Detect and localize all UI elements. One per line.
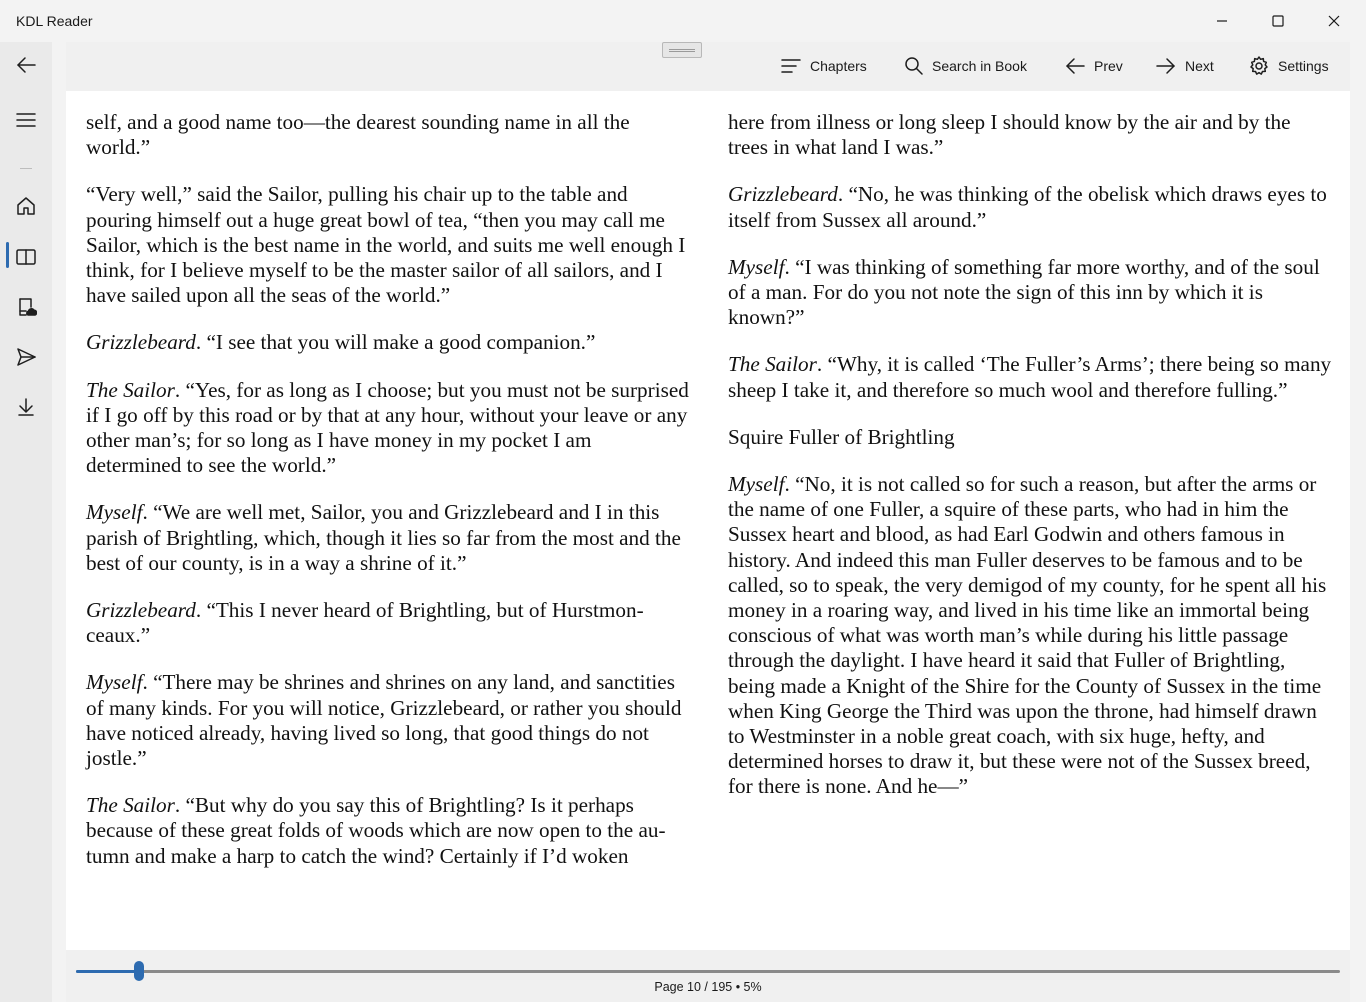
- speaker-name: Myself: [728, 472, 785, 497]
- reader-toolbar: Chapters Search in Book Prev Next Settin…: [66, 42, 1350, 91]
- speaker-name: Grizzlebeard: [728, 182, 838, 207]
- progress-bar: Page 10 / 195 • 5%: [66, 950, 1350, 1002]
- library-cloud-icon: [19, 298, 37, 316]
- nav-library[interactable]: [6, 287, 46, 327]
- book-paragraph: here from illness or long sleep I should…: [728, 110, 1332, 160]
- nav-home[interactable]: [6, 186, 46, 226]
- navigation-rail: [0, 42, 52, 1002]
- hamburger-icon: [16, 113, 36, 127]
- paragraph-text: . “I was thinking of something far more …: [728, 254, 1320, 330]
- page-slider-fill: [76, 970, 140, 973]
- settings-label: Settings: [1278, 58, 1329, 74]
- paragraph-text: . “There may be shrines and shrines on a…: [86, 670, 682, 771]
- close-icon: [1328, 15, 1340, 27]
- page-column-left: self, and a good name too—the dearest so…: [86, 110, 690, 891]
- maximize-button[interactable]: [1250, 0, 1306, 42]
- book-paragraph: The Sailor. “Yes, for as long as I choos…: [86, 378, 690, 479]
- arrow-left-icon: [1066, 58, 1085, 74]
- paragraph-text: . “No, it is not called so for such a re…: [728, 472, 1327, 799]
- home-icon: [17, 197, 35, 215]
- speaker-name: Grizzlebeard: [86, 598, 196, 623]
- app-title: KDL Reader: [16, 13, 93, 29]
- page-status: Page 10 / 195 • 5%: [654, 980, 762, 994]
- paragraph-text: . “Why, it is called ‘The Fuller’s Arms’…: [728, 352, 1332, 402]
- book-paragraph: self, and a good name too—the dearest so…: [86, 110, 690, 160]
- prev-button[interactable]: Prev: [1064, 51, 1123, 81]
- paragraph-text: . “Yes, for as long as I choose; but you…: [86, 377, 689, 478]
- back-arrow-icon: [17, 57, 36, 73]
- book-paragraph: Myself. “There may be shrines and shrine…: [86, 670, 690, 771]
- paragraph-text: here from illness or long sleep I should…: [728, 110, 1291, 160]
- chapters-button[interactable]: Chapters: [780, 51, 867, 81]
- speaker-name: The Sailor: [728, 352, 817, 377]
- arrow-right-icon: [1156, 58, 1175, 74]
- reader-content: Chapters Search in Book Prev Next Settin…: [66, 42, 1350, 950]
- next-label: Next: [1185, 58, 1214, 74]
- toolbar-drag-handle[interactable]: [662, 42, 702, 58]
- page-slider-thumb[interactable]: [134, 961, 145, 981]
- search-in-book-button[interactable]: Search in Book: [904, 51, 1027, 81]
- menu-button[interactable]: [6, 100, 46, 140]
- settings-button[interactable]: Settings: [1248, 51, 1329, 81]
- book-paragraph: Squire Fuller of Brightling: [728, 425, 1332, 450]
- book-paragraph: Grizzlebeard. “I see that you will make …: [86, 330, 690, 355]
- search-icon: [905, 57, 923, 75]
- nav-download[interactable]: [6, 387, 46, 427]
- book-paragraph: Grizzlebeard. “This I never heard of Bri…: [86, 598, 690, 648]
- minimize-icon: [1217, 20, 1227, 22]
- book-open-icon: [16, 249, 36, 265]
- paragraph-text: . “We are well met, Sailor, you and Griz…: [86, 500, 681, 575]
- back-button[interactable]: [6, 45, 46, 85]
- nav-separator: [20, 168, 32, 169]
- nav-send[interactable]: [6, 337, 46, 377]
- next-button[interactable]: Next: [1155, 51, 1214, 81]
- chapters-label: Chapters: [810, 58, 867, 74]
- speaker-name: Myself: [728, 254, 785, 279]
- book-paragraph: The Sailor. “Why, it is called ‘The Full…: [728, 352, 1332, 402]
- page-slider-track[interactable]: [76, 961, 1340, 981]
- book-paragraph: Myself. “We are well met, Sailor, you an…: [86, 500, 690, 576]
- minimize-button[interactable]: [1194, 0, 1250, 42]
- search-label: Search in Book: [932, 58, 1027, 74]
- paragraph-text: . “I see that you will make a good compa…: [195, 330, 596, 355]
- paragraph-text: self, and a good name too—the dearest so…: [86, 110, 630, 160]
- paragraph-text: Squire Fuller of Brightling: [728, 424, 955, 449]
- send-icon: [17, 348, 36, 366]
- book-paragraph: “Very well,” said the Sailor, pulling hi…: [86, 182, 690, 308]
- book-paragraph: Grizzlebeard. “No, he was thinking of th…: [728, 182, 1332, 232]
- speaker-name: Myself: [86, 670, 143, 695]
- nav-reader[interactable]: [6, 237, 46, 277]
- download-icon: [18, 398, 34, 416]
- book-paragraph: Myself. “No, it is not called so for suc…: [728, 472, 1332, 800]
- speaker-name: Myself: [86, 500, 143, 525]
- maximize-icon: [1272, 15, 1284, 27]
- prev-label: Prev: [1094, 58, 1123, 74]
- book-paragraph: The Sailor. “But why do you say this of …: [86, 793, 690, 869]
- paragraph-text: “Very well,” said the Sailor, pulling hi…: [86, 182, 686, 308]
- book-paragraph: Myself. “I was thinking of something far…: [728, 255, 1332, 331]
- gear-icon: [1250, 56, 1268, 75]
- chapters-list-icon: [781, 59, 801, 73]
- close-button[interactable]: [1306, 0, 1362, 42]
- title-bar: KDL Reader: [0, 0, 1366, 42]
- speaker-name: The Sailor: [86, 377, 175, 402]
- speaker-name: The Sailor: [86, 793, 175, 818]
- speaker-name: Grizzlebeard: [86, 330, 196, 355]
- page-column-right: here from illness or long sleep I should…: [728, 110, 1332, 822]
